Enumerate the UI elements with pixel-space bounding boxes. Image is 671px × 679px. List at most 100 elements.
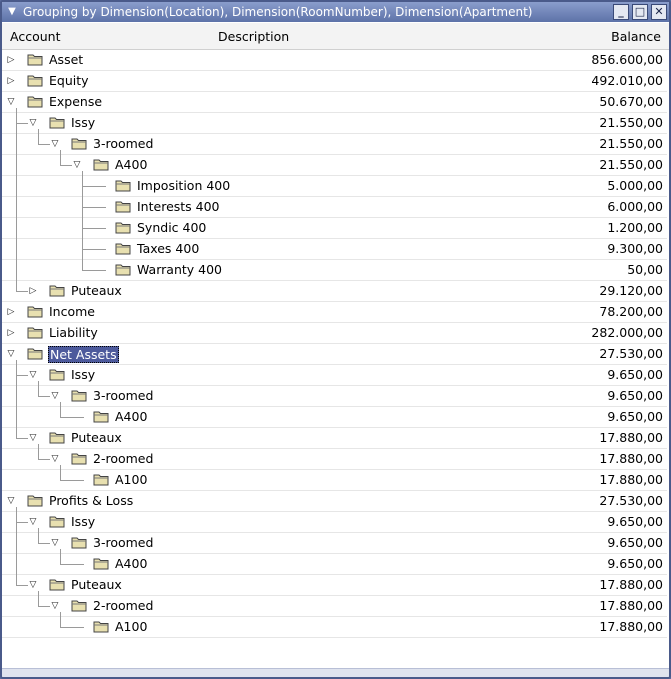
account-balance: 17.880,00 xyxy=(599,430,663,445)
account-balance: 9.650,00 xyxy=(607,514,663,529)
tree-row[interactable]: ▽ Puteaux 17.880,00 xyxy=(2,575,667,596)
maximize-button[interactable]: □ xyxy=(632,4,648,20)
window-menu-icon[interactable]: ▼ xyxy=(4,4,20,20)
expanded-triangle-icon[interactable]: ▽ xyxy=(6,97,16,107)
account-label[interactable]: Warranty 400 xyxy=(136,262,223,277)
folder-icon xyxy=(27,305,43,318)
account-label[interactable]: Income xyxy=(48,304,96,319)
tree-connector xyxy=(82,249,106,250)
tree-row[interactable]: ▽ 3-roomed 21.550,00 xyxy=(2,134,667,155)
folder-icon xyxy=(71,536,87,549)
folder-icon xyxy=(115,221,131,234)
account-label[interactable]: Interests 400 xyxy=(136,199,221,214)
account-label[interactable]: Puteaux xyxy=(70,283,123,298)
tree-row[interactable]: ▽ Profits & Loss 27.530,00 xyxy=(2,491,667,512)
folder-icon xyxy=(49,578,65,591)
account-label[interactable]: A100 xyxy=(114,619,148,634)
collapsed-triangle-icon[interactable]: ▷ xyxy=(28,286,38,296)
collapsed-triangle-icon[interactable]: ▷ xyxy=(6,328,16,338)
account-label[interactable]: Puteaux xyxy=(70,577,123,592)
account-label[interactable]: A400 xyxy=(114,409,148,424)
expanded-triangle-icon[interactable]: ▽ xyxy=(28,580,38,590)
column-balance[interactable]: Balance xyxy=(611,29,661,44)
expanded-triangle-icon[interactable]: ▽ xyxy=(28,118,38,128)
tree-connector xyxy=(82,186,106,187)
expanded-triangle-icon[interactable]: ▽ xyxy=(6,349,16,359)
tree-row[interactable]: ▷ Puteaux 29.120,00 xyxy=(2,281,667,302)
collapsed-triangle-icon[interactable]: ▷ xyxy=(6,307,16,317)
collapsed-triangle-icon[interactable]: ▷ xyxy=(6,76,16,86)
horizontal-scrollbar[interactable] xyxy=(2,668,669,677)
tree-row[interactable]: A400 9.650,00 xyxy=(2,407,667,428)
tree-row[interactable]: ▽ 2-roomed 17.880,00 xyxy=(2,449,667,470)
expanded-triangle-icon[interactable]: ▽ xyxy=(50,601,60,611)
tree-row[interactable]: ▷ Equity 492.010,00 xyxy=(2,71,667,92)
account-label[interactable]: Liability xyxy=(48,325,99,340)
account-label[interactable]: 3-roomed xyxy=(92,136,154,151)
tree-row[interactable]: ▽ Puteaux 17.880,00 xyxy=(2,428,667,449)
expanded-triangle-icon[interactable]: ▽ xyxy=(50,538,60,548)
tree-row[interactable]: A100 17.880,00 xyxy=(2,470,667,491)
account-label[interactable]: Profits & Loss xyxy=(48,493,134,508)
account-label[interactable]: Equity xyxy=(48,73,90,88)
account-label[interactable]: 2-roomed xyxy=(92,598,154,613)
account-label[interactable]: A400 xyxy=(114,556,148,571)
expanded-triangle-icon[interactable]: ▽ xyxy=(6,496,16,506)
tree-row[interactable]: ▽ Net Assets 27.530,00 xyxy=(2,344,667,365)
account-balance: 9.650,00 xyxy=(607,367,663,382)
folder-icon xyxy=(71,599,87,612)
account-label[interactable]: Puteaux xyxy=(70,430,123,445)
tree-row[interactable]: ▽ Issy 9.650,00 xyxy=(2,512,667,533)
expanded-triangle-icon[interactable]: ▽ xyxy=(28,433,38,443)
account-label[interactable]: Issy xyxy=(70,367,96,382)
expanded-triangle-icon[interactable]: ▽ xyxy=(50,454,60,464)
collapsed-triangle-icon[interactable]: ▷ xyxy=(6,55,16,65)
expanded-triangle-icon[interactable]: ▽ xyxy=(72,160,82,170)
tree-row[interactable]: A100 17.880,00 xyxy=(2,617,667,638)
tree-row[interactable]: ▷ Asset 856.600,00 xyxy=(2,50,667,71)
account-balance: 9.300,00 xyxy=(607,241,663,256)
account-label[interactable]: A100 xyxy=(114,472,148,487)
account-label[interactable]: 3-roomed xyxy=(92,388,154,403)
account-label[interactable]: 2-roomed xyxy=(92,451,154,466)
account-balance: 17.880,00 xyxy=(599,472,663,487)
account-label[interactable]: Taxes 400 xyxy=(136,241,200,256)
tree-connector xyxy=(60,165,72,166)
account-label[interactable]: 3-roomed xyxy=(92,535,154,550)
account-label[interactable]: Issy xyxy=(70,514,96,529)
folder-icon xyxy=(93,410,109,423)
account-label[interactable]: A400 xyxy=(114,157,148,172)
account-label[interactable]: Asset xyxy=(48,52,84,67)
account-label[interactable]: Imposition 400 xyxy=(136,178,231,193)
account-label[interactable]: Syndic 400 xyxy=(136,220,207,235)
tree-row[interactable]: ▽ Issy 9.650,00 xyxy=(2,365,667,386)
expanded-triangle-icon[interactable]: ▽ xyxy=(50,139,60,149)
folder-icon xyxy=(115,263,131,276)
tree-row[interactable]: A400 9.650,00 xyxy=(2,554,667,575)
tree-connector xyxy=(16,522,28,523)
tree-row[interactable]: ▽ 3-roomed 9.650,00 xyxy=(2,386,667,407)
folder-icon xyxy=(49,284,65,297)
tree-row[interactable]: ▷ Liability 282.000,00 xyxy=(2,323,667,344)
tree-row[interactable]: ▷ Income 78.200,00 xyxy=(2,302,667,323)
account-label[interactable]: Net Assets xyxy=(48,346,119,363)
minimize-button[interactable]: _ xyxy=(613,4,629,20)
column-header: Account Description Balance xyxy=(2,23,669,50)
tree-connector xyxy=(38,528,39,543)
tree-row[interactable]: ▽ 3-roomed 9.650,00 xyxy=(2,533,667,554)
expanded-triangle-icon[interactable]: ▽ xyxy=(28,517,38,527)
column-account[interactable]: Account xyxy=(10,29,60,44)
column-description[interactable]: Description xyxy=(218,29,289,44)
tree-row[interactable]: ▽ Issy 21.550,00 xyxy=(2,113,667,134)
close-button[interactable]: ✕ xyxy=(651,4,667,20)
folder-icon xyxy=(27,494,43,507)
tree-row[interactable]: ▽ 2-roomed 17.880,00 xyxy=(2,596,667,617)
expanded-triangle-icon[interactable]: ▽ xyxy=(28,370,38,380)
tree-connector xyxy=(60,549,61,564)
account-balance: 282.000,00 xyxy=(591,325,663,340)
account-label[interactable]: Expense xyxy=(48,94,103,109)
account-label[interactable]: Issy xyxy=(70,115,96,130)
expanded-triangle-icon[interactable]: ▽ xyxy=(50,391,60,401)
tree-row[interactable]: ▽ Expense 50.670,00 xyxy=(2,92,667,113)
tree-row[interactable]: ▽ A400 21.550,00 xyxy=(2,155,667,176)
